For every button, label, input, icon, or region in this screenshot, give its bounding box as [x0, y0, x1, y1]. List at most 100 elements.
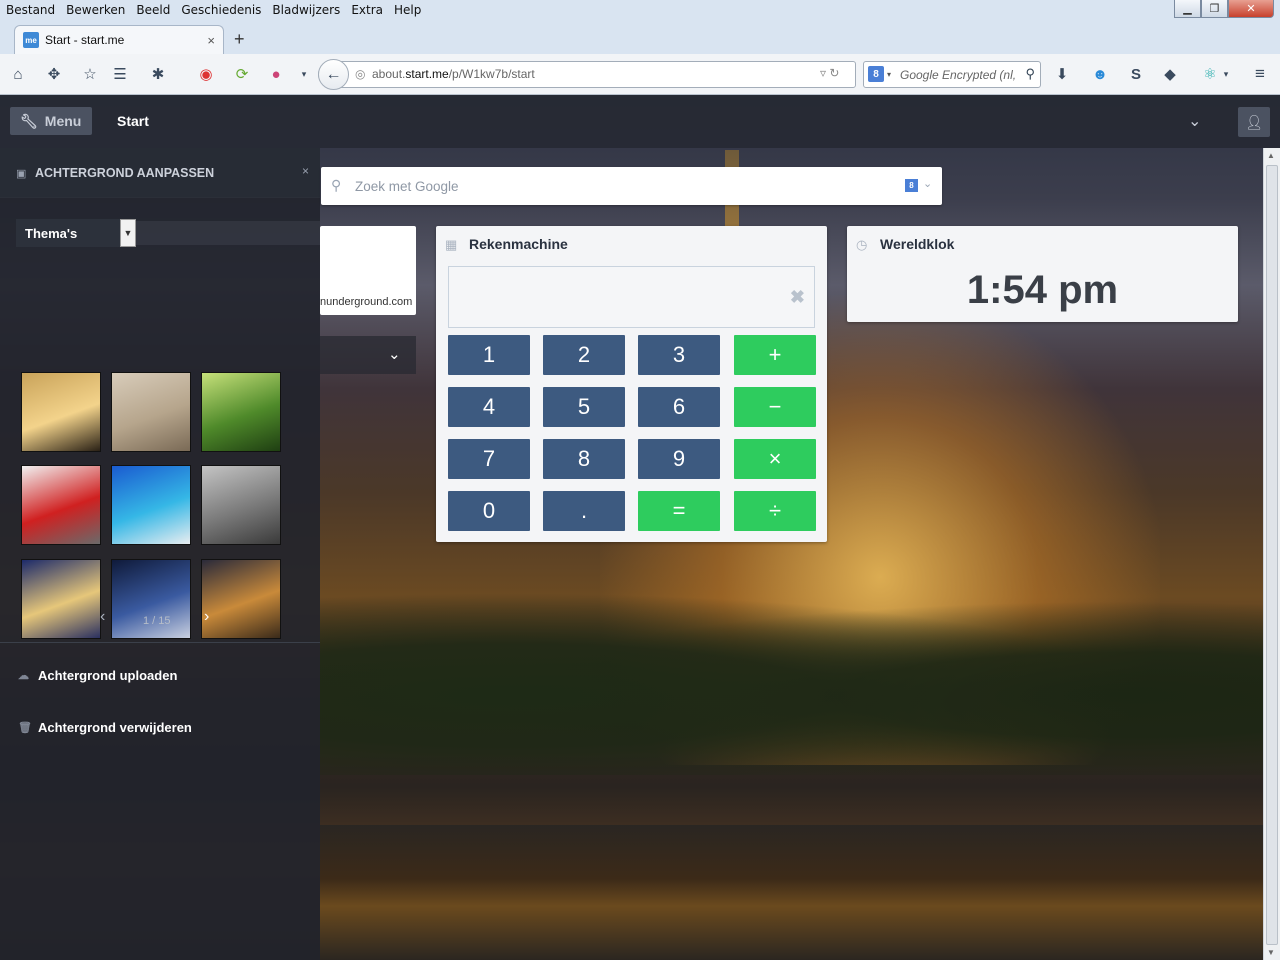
calculator-key[interactable]: ÷ — [734, 491, 816, 531]
world-clock-widget: ◷ Wereldklok 1:54 pm — [847, 226, 1238, 322]
close-window-icon[interactable]: ✕ — [1228, 0, 1274, 18]
background-sidebar: ▣ ACHTERGROND AANPASSEN × Thema's ▼ ‹ 1 … — [0, 148, 320, 960]
menu-bewerken[interactable]: Bewerken — [60, 0, 130, 17]
background-trees — [320, 575, 1265, 775]
calculator-key[interactable]: 7 — [448, 439, 530, 479]
theme-select-value: Thema's — [25, 226, 78, 241]
sidebar-title: ACHTERGROND AANPASSEN — [35, 166, 215, 180]
colorful-addon-icon[interactable]: ● — [266, 64, 286, 84]
menu-extra[interactable]: Extra — [345, 0, 388, 17]
theme-thumbnail-city-grayscale[interactable] — [201, 465, 281, 545]
theme-select-track — [136, 221, 320, 245]
addon-dropdown-icon[interactable]: ▾ — [1216, 64, 1236, 84]
theme-thumbnail-lit-trees-night[interactable] — [21, 559, 101, 639]
s-addon-icon[interactable]: S — [1126, 64, 1146, 84]
calculator-icon: ▦ — [445, 237, 458, 252]
minimize-icon[interactable]: ▁ — [1174, 0, 1201, 18]
google-search-bar[interactable]: ⚲ Zoek met Google 8 ⌄ — [321, 167, 942, 205]
tab-close-icon[interactable]: × — [207, 33, 215, 48]
theme-thumbnail-race-car[interactable] — [21, 465, 101, 545]
sync-icon[interactable]: ◆ — [1160, 64, 1180, 84]
chrome-icon[interactable]: ◉ — [196, 64, 216, 84]
user-icon[interactable]: 👤︎ — [1238, 107, 1270, 137]
home-icon[interactable]: ⌂ — [8, 64, 28, 84]
engine-dropdown-icon[interactable]: ▾ — [887, 70, 891, 79]
menu-help[interactable]: Help — [388, 0, 426, 17]
calculator-key[interactable]: 8 — [543, 439, 625, 479]
download-icon[interactable]: ⬇ — [1052, 64, 1072, 84]
menu-beeld[interactable]: Beeld — [130, 0, 175, 17]
bookmark-link[interactable]: nunderground.com — [320, 296, 412, 308]
chevron-down-icon[interactable]: ⌄ — [923, 177, 932, 190]
calculator-key[interactable]: 1 — [448, 335, 530, 375]
search-placeholder: Zoek met Google — [355, 179, 459, 194]
scroll-up-icon[interactable]: ▲ — [1267, 151, 1275, 160]
page-title[interactable]: Start — [117, 113, 149, 129]
select-arrow-icon[interactable]: ▼ — [120, 219, 136, 247]
back-arrow-icon[interactable]: ← — [318, 59, 349, 90]
theme-thumbnail-skyline-rays[interactable] — [21, 372, 101, 452]
ghostery-icon[interactable]: ☻ — [1090, 64, 1110, 84]
calculator-display[interactable]: ✖ — [448, 266, 815, 328]
bookmark-star-icon[interactable]: ☆ — [80, 64, 100, 84]
calculator-key[interactable]: 2 — [543, 335, 625, 375]
upload-background-label: Achtergrond uploaden — [38, 668, 178, 683]
calculator-key[interactable]: 0 — [448, 491, 530, 531]
chevron-down-icon[interactable]: ⌄ — [1188, 111, 1201, 131]
calculator-key[interactable]: . — [543, 491, 625, 531]
theme-thumbnail-tropical-beach[interactable] — [111, 465, 191, 545]
theme-thumbnail-notre-dame-night[interactable] — [201, 559, 281, 639]
menu-bestand[interactable]: Bestand — [0, 0, 60, 17]
calculator-key[interactable]: − — [734, 387, 816, 427]
background-river — [320, 825, 1265, 960]
google-engine-icon[interactable]: 8 — [905, 179, 918, 192]
calculator-title: Rekenmachine — [469, 236, 568, 252]
theme-select[interactable]: Thema's ▼ — [16, 219, 136, 247]
calculator-key[interactable]: 5 — [543, 387, 625, 427]
calculator-key[interactable]: 9 — [638, 439, 720, 479]
pager-next-icon[interactable]: › — [204, 608, 209, 626]
browser-search-box[interactable]: 8 ▾ Google Encrypted (nl, r ⚲ — [863, 61, 1041, 88]
tab-title: Start - start.me — [45, 33, 125, 47]
startme-favicon-icon: me — [23, 32, 39, 48]
google-icon[interactable]: 8 — [868, 66, 884, 82]
upload-background-button[interactable]: ☁ Achtergrond uploaden — [18, 668, 177, 683]
calculator-key[interactable]: 6 — [638, 387, 720, 427]
url-text[interactable]: about.start.me/p/W1kw7b/start — [372, 67, 535, 81]
scroll-thumb[interactable] — [1266, 165, 1278, 945]
calculator-key[interactable]: 3 — [638, 335, 720, 375]
startme-topbar: 🔧︎ Menu Start ⌄ 👤︎ — [0, 95, 1280, 148]
theme-thumbnail-night-skyline[interactable] — [111, 559, 191, 639]
widget-expand-bar[interactable]: ⌄ — [320, 336, 416, 374]
calculator-key[interactable]: 4 — [448, 387, 530, 427]
theme-thumbnail-forest-canopy[interactable] — [201, 372, 281, 452]
wrench-icon: 🔧︎ — [20, 112, 38, 129]
toolbar-dropdown-icon[interactable]: ▾ — [294, 64, 314, 84]
close-sidebar-icon[interactable]: × — [302, 164, 309, 178]
search-icon: ⚲ — [331, 177, 342, 193]
theme-thumbnail-eiffel-tower[interactable] — [111, 372, 191, 452]
search-icon[interactable]: ⚲ — [1025, 66, 1035, 82]
hamburger-menu-icon[interactable]: ≡ — [1250, 64, 1270, 84]
calculator-key[interactable]: = — [638, 491, 720, 531]
scroll-down-icon[interactable]: ▼ — [1267, 948, 1275, 957]
browser-tab-start[interactable]: me Start - start.me × — [14, 25, 224, 54]
calculator-key[interactable]: × — [734, 439, 816, 479]
refresh-addon-icon[interactable]: ⟳ — [232, 64, 252, 84]
remove-background-button[interactable]: 🗑︎ Achtergrond verwijderen — [18, 720, 192, 735]
new-tab-button[interactable]: + — [234, 29, 245, 50]
menu-geschiedenis[interactable]: Geschiedenis — [175, 0, 266, 17]
pager-prev-icon[interactable]: ‹ — [100, 608, 105, 626]
page-scrollbar[interactable]: ▲ ▼ — [1263, 148, 1280, 960]
menu-button[interactable]: 🔧︎ Menu — [10, 107, 92, 135]
calculator-key[interactable]: + — [734, 335, 816, 375]
menu-bladwijzers[interactable]: Bladwijzers — [266, 0, 345, 17]
clear-icon[interactable]: ✖ — [790, 287, 805, 308]
maximize-icon[interactable]: ❐ — [1201, 0, 1228, 18]
move-icon[interactable]: ✥ — [44, 64, 64, 84]
addon-puzzle-icon[interactable]: ✱ — [148, 64, 168, 84]
bookmarks-list-icon[interactable]: ☰ — [110, 64, 130, 84]
reload-icon[interactable]: ▿ ↻ — [820, 66, 839, 80]
cloud-upload-icon: ☁ — [18, 670, 29, 682]
sidebar-header: ▣ ACHTERGROND AANPASSEN × — [0, 148, 320, 198]
